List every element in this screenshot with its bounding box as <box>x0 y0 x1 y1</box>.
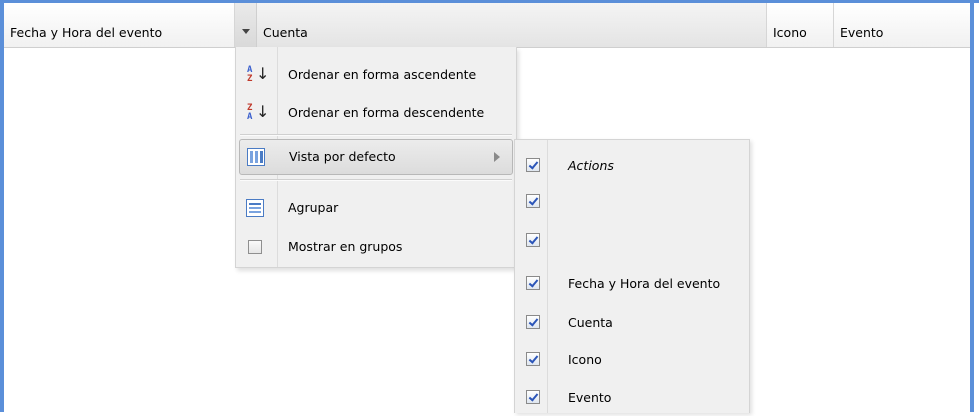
column-header-label: Cuenta <box>263 25 308 40</box>
menu-separator <box>240 134 512 136</box>
submenu-arrow-icon <box>494 152 500 162</box>
sort-ascending-icon: A Z ↓ <box>247 64 270 84</box>
column-header-label: Icono <box>773 25 807 40</box>
column-toggle-label: Evento <box>568 390 612 405</box>
checkbox-checked-icon[interactable] <box>526 315 540 329</box>
checkbox-checked-icon[interactable] <box>526 390 540 404</box>
columns-submenu: Actions Fecha y Hora del evento Cuenta I… <box>514 139 750 413</box>
sort-descending-icon: Z A ↓ <box>247 102 270 122</box>
grid-frame-right <box>970 0 974 412</box>
grid-frame-left <box>0 0 4 412</box>
column-header-label: Fecha y Hora del evento <box>10 25 163 40</box>
column-toggle-label: Actions <box>568 158 614 173</box>
columns-icon <box>247 148 265 166</box>
menu-item-sort-descending[interactable]: Z A ↓ Ordenar en forma descendente <box>236 95 516 131</box>
menu-item-label: Ordenar en forma ascendente <box>288 67 477 82</box>
menu-item-default-view[interactable]: Vista por defecto <box>239 139 513 175</box>
column-header-icono[interactable]: Icono <box>767 3 834 47</box>
column-toggle-fecha[interactable]: Fecha y Hora del evento <box>515 266 749 302</box>
column-toggle-label: Fecha y Hora del evento <box>568 276 721 291</box>
group-icon <box>246 199 264 217</box>
checkbox-checked-icon[interactable] <box>526 276 540 290</box>
menu-item-group[interactable]: Agrupar <box>236 190 516 226</box>
menu-item-label: Ordenar en forma descendente <box>288 105 485 120</box>
column-toggle-icono[interactable]: Icono <box>515 342 749 378</box>
column-menu-trigger[interactable] <box>235 3 257 47</box>
menu-item-label: Agrupar <box>288 200 339 215</box>
column-toggle-actions[interactable]: Actions <box>515 148 749 184</box>
column-toggle-unnamed-1[interactable] <box>515 184 749 220</box>
column-header-label: Evento <box>840 25 884 40</box>
menu-item-label: Mostrar en grupos <box>288 239 403 254</box>
menu-item-sort-ascending[interactable]: A Z ↓ Ordenar en forma ascendente <box>236 57 516 93</box>
checkbox-checked-icon[interactable] <box>526 158 540 172</box>
checkbox-checked-icon[interactable] <box>526 233 540 247</box>
menu-item-show-in-groups[interactable]: Mostrar en grupos <box>236 229 516 265</box>
menu-item-label: Vista por defecto <box>289 149 396 164</box>
checkbox-checked-icon[interactable] <box>526 194 540 208</box>
caret-down-icon <box>241 29 250 34</box>
column-toggle-label: Cuenta <box>568 315 613 330</box>
column-header-fecha[interactable]: Fecha y Hora del evento <box>4 3 235 47</box>
column-menu: A Z ↓ Ordenar en forma ascendente Z A ↓ … <box>235 47 517 268</box>
grid-header: Fecha y Hora del evento Cuenta Icono Eve… <box>4 3 970 48</box>
checkbox-checked-icon[interactable] <box>526 352 540 366</box>
column-header-cuenta[interactable]: Cuenta <box>235 3 767 47</box>
column-toggle-evento[interactable]: Evento <box>515 380 749 416</box>
menu-separator <box>240 179 512 181</box>
column-toggle-label: Icono <box>568 352 602 367</box>
checkbox-icon[interactable] <box>248 240 262 254</box>
column-header-evento[interactable]: Evento <box>834 3 970 47</box>
column-toggle-cuenta[interactable]: Cuenta <box>515 305 749 341</box>
column-toggle-unnamed-2[interactable] <box>515 223 749 259</box>
